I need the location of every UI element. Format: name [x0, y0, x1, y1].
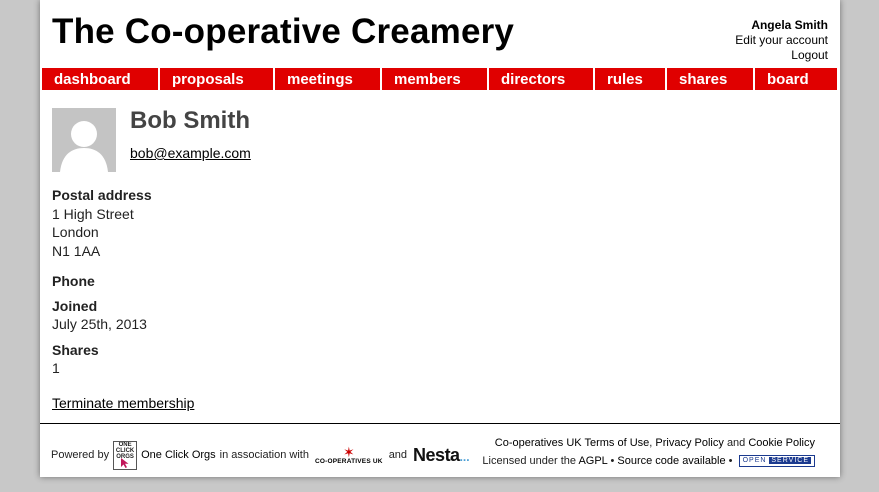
licensed-text: Licensed under the [482, 455, 576, 467]
footer-credits: Powered by ONE CLICK ORGS One Click Orgs… [51, 440, 470, 470]
source-code-link[interactable]: Source code available [617, 455, 725, 467]
footer-legal: Co-operatives UK Terms of Use, Privacy P… [482, 437, 815, 468]
address-line-3: N1 1AA [52, 242, 101, 259]
nav-shares[interactable]: shares [667, 68, 753, 90]
shares-label: Shares [52, 341, 99, 358]
terms-link[interactable]: Terms of Use [584, 437, 649, 449]
nav-board[interactable]: board [755, 68, 837, 90]
main-nav: dashboard proposals meetings members dir… [42, 68, 839, 90]
co-operatives-uk-logo[interactable]: ✶ CO-OPERATIVES UK [315, 443, 383, 465]
postal-address-label: Postal address [52, 187, 152, 203]
current-user-name: Angela Smith [751, 18, 828, 32]
edit-account-link[interactable]: Edit your account [735, 33, 828, 48]
association-text: in association with [219, 449, 309, 461]
nav-dashboard[interactable]: dashboard [42, 68, 158, 90]
one-click-orgs-logo[interactable]: ONE CLICK ORGS [113, 440, 138, 470]
and-text: and [388, 449, 408, 461]
nav-directors[interactable]: directors [489, 68, 593, 90]
nav-rules[interactable]: rules [595, 68, 665, 90]
joined-date: July 25th, 2013 [52, 316, 147, 332]
phone-label: Phone [52, 273, 95, 289]
member-name: Bob Smith [130, 107, 250, 134]
site-title: The Co-operative Creamery [52, 12, 515, 51]
agpl-link[interactable]: AGPL [578, 455, 607, 467]
member-email-link[interactable]: bob@example.com [130, 145, 251, 161]
nav-meetings[interactable]: meetings [275, 68, 380, 90]
nav-members[interactable]: members [382, 68, 487, 90]
powered-by-text: Powered by [51, 449, 110, 461]
joined-label: Joined [52, 297, 98, 314]
address-line-2: London [52, 224, 99, 240]
one-click-orgs-link[interactable]: One Click Orgs [141, 449, 216, 461]
cursor-icon [121, 457, 129, 468]
account-panel: Angela Smith Edit your account Logout [735, 18, 828, 63]
logout-link[interactable]: Logout [735, 48, 828, 63]
nav-proposals[interactable]: proposals [160, 68, 273, 90]
shares-value: 1 [52, 360, 60, 376]
terminate-membership-link[interactable]: Terminate membership [52, 395, 194, 411]
nesta-logo[interactable]: Nesta... [413, 445, 470, 466]
privacy-link[interactable]: Privacy Policy [655, 437, 723, 449]
cookie-policy-link[interactable]: Cookie Policy [748, 437, 815, 449]
avatar [52, 108, 116, 172]
co-operatives-uk-link[interactable]: Co-operatives UK [495, 437, 582, 449]
open-service-badge[interactable]: OPEN SERVICE [738, 455, 815, 468]
address-line-1: 1 High Street [52, 205, 134, 222]
dove-icon: ✶ [342, 443, 355, 460]
default-user-icon [52, 108, 116, 172]
and-text-2: and [726, 437, 746, 449]
footer-divider [40, 423, 840, 424]
member-details: Postal address 1 High Street London N1 1… [52, 186, 152, 378]
page-container: The Co-operative Creamery Angela Smith E… [40, 0, 840, 477]
